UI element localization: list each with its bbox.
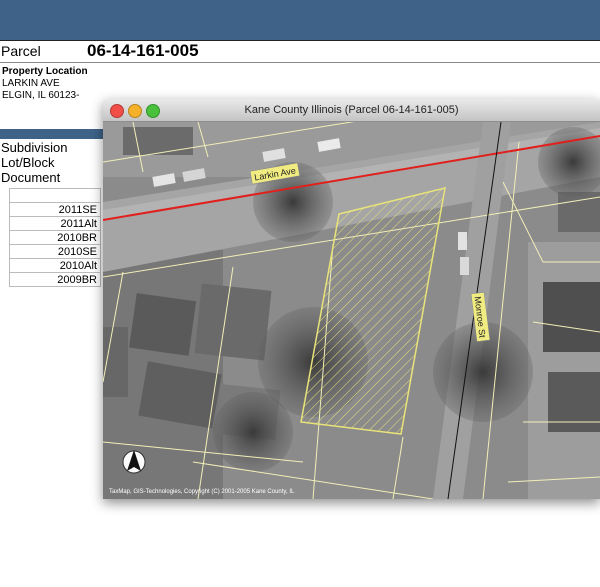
house-roof bbox=[129, 293, 197, 356]
table-row[interactable]: 2011SE bbox=[9, 202, 101, 217]
tax-year-link[interactable]: 2010BR bbox=[9, 230, 101, 245]
tax-year-link[interactable]: 2009BR bbox=[9, 272, 101, 287]
table-row[interactable]: 2010SE bbox=[9, 244, 101, 259]
table-row[interactable]: 2010BR bbox=[9, 230, 101, 245]
aerial-map[interactable]: Larkin Ave Monroe St TaxMap, GIS-Technol… bbox=[103, 122, 600, 499]
tax-year-table: 2011SE 2011Alt 2010BR 2010SE 2010Alt 200… bbox=[9, 188, 101, 287]
parcel-label: Parcel bbox=[1, 43, 41, 59]
map-window[interactable]: Kane County Illinois (Parcel 06-14-161-0… bbox=[103, 99, 600, 499]
table-row bbox=[9, 188, 101, 203]
parcel-row: Parcel 06-14-161-005 bbox=[0, 40, 600, 63]
tax-year-link[interactable]: 2011Alt bbox=[9, 216, 101, 231]
lot-block-label: Lot/Block bbox=[1, 155, 55, 170]
table-cell bbox=[9, 188, 101, 203]
table-row[interactable]: 2011Alt bbox=[9, 216, 101, 231]
house-roof bbox=[548, 372, 600, 432]
window-title: Kane County Illinois (Parcel 06-14-161-0… bbox=[244, 104, 459, 116]
document-label: Document bbox=[1, 170, 61, 185]
tax-year-link[interactable]: 2011SE bbox=[9, 202, 101, 217]
property-city: ELGIN, IL 60123- bbox=[2, 90, 80, 101]
car bbox=[458, 232, 467, 250]
top-header-bar bbox=[0, 0, 600, 40]
east-lots bbox=[528, 242, 600, 499]
table-row[interactable]: 2010Alt bbox=[9, 258, 101, 273]
property-street: LARKIN AVE bbox=[2, 78, 60, 89]
parcel-number: 06-14-161-005 bbox=[87, 41, 199, 60]
subdivision-label: Subdivision bbox=[1, 140, 68, 155]
property-location-title: Property Location bbox=[2, 66, 88, 77]
tax-year-link[interactable]: 2010SE bbox=[9, 244, 101, 259]
table-row[interactable]: 2009BR bbox=[9, 272, 101, 287]
house-roof bbox=[123, 127, 193, 155]
car bbox=[460, 257, 469, 275]
tax-year-link[interactable]: 2010Alt bbox=[9, 258, 101, 273]
map-copyright: TaxMap, GIS-Technologies, Copyright (C) … bbox=[109, 489, 295, 495]
house-roof bbox=[543, 282, 600, 352]
window-titlebar[interactable]: Kane County Illinois (Parcel 06-14-161-0… bbox=[103, 99, 600, 122]
